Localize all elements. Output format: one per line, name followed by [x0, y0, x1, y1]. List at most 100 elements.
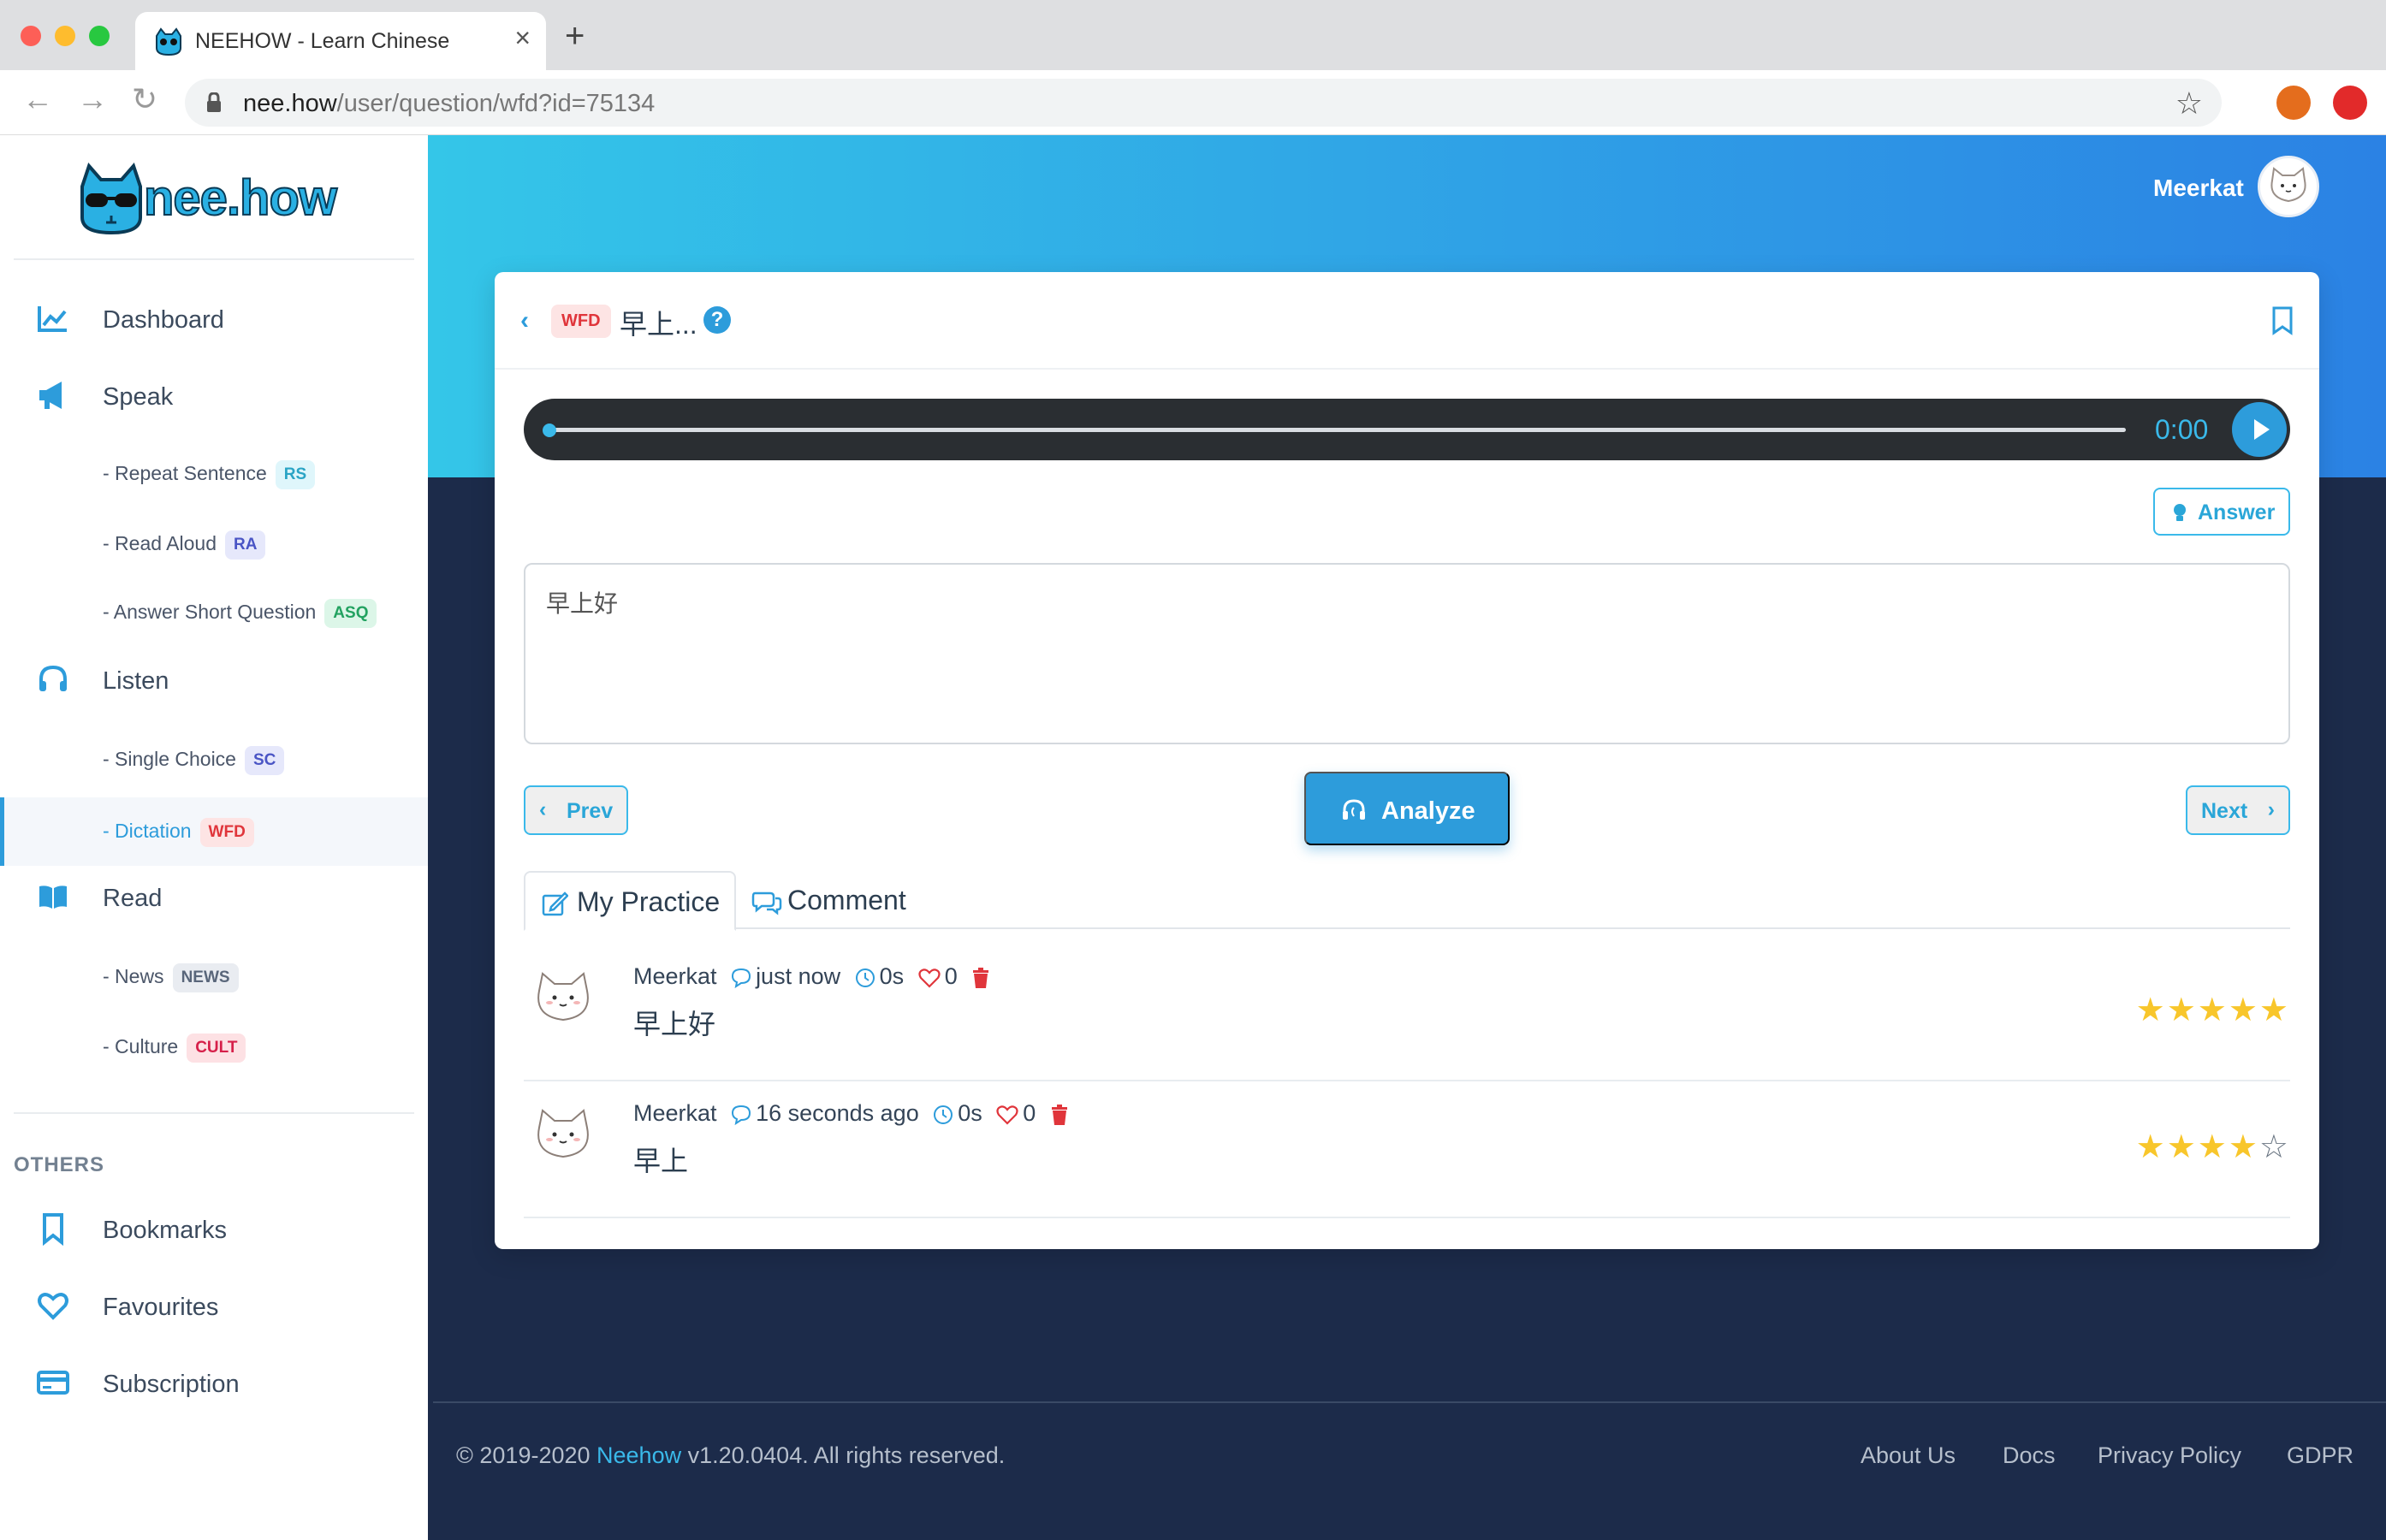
badge-wfd: WFD	[199, 818, 254, 847]
audio-progress-track[interactable]	[548, 428, 2126, 432]
audio-time: 0:00	[2155, 414, 2209, 445]
question-circle-icon[interactable]: ?	[703, 306, 731, 334]
entry-text: 早上	[633, 1145, 689, 1177]
answer-button[interactable]: Answer	[2153, 488, 2290, 536]
badge-ra: RA	[224, 530, 266, 560]
lightbulb-icon	[2174, 504, 2186, 521]
update-icon[interactable]	[2333, 86, 2367, 120]
heart-icon[interactable]	[995, 1104, 1019, 1126]
reload-icon[interactable]: ↻	[132, 84, 157, 115]
forward-arrow-icon[interactable]: →	[77, 84, 108, 115]
cat-avatar-icon	[537, 972, 589, 1022]
sidebar-item-label: Read	[103, 885, 163, 912]
sidebar-item-speak[interactable]: Speak	[0, 366, 428, 426]
chevron-right-icon: ›	[2267, 797, 2275, 821]
headphones-icon	[39, 665, 67, 691]
tab-label: My Practice	[577, 886, 721, 917]
logo[interactable]: nee.how	[77, 161, 351, 238]
question-type-badge: WFD	[551, 305, 611, 338]
bookmark-star-icon[interactable]: ☆	[2175, 86, 2203, 121]
browser-tab[interactable]: NEEHOW - Learn Chinese ×	[135, 12, 546, 70]
back-arrow-icon[interactable]: ←	[22, 84, 53, 115]
entry-user[interactable]: Meerkat	[633, 963, 717, 989]
footer-link-gdpr[interactable]: GDPR	[2287, 1442, 2353, 1469]
maximize-window-button[interactable]	[89, 26, 110, 46]
divider	[14, 258, 414, 260]
play-button[interactable]	[2232, 402, 2287, 457]
tab-my-practice[interactable]: My Practice	[524, 871, 736, 931]
sidebar-subitem-label: - Single Choice SC	[103, 746, 285, 775]
browser-tab-bar: NEEHOW - Learn Chinese × +	[0, 0, 2386, 70]
sidebar-item-dashboard[interactable]: Dashboard	[0, 289, 428, 349]
tab-comment[interactable]: Comment	[787, 885, 906, 916]
star-filled-icon: ★	[2197, 1129, 2229, 1165]
comment-icon[interactable]	[730, 1104, 752, 1126]
chart-line-icon	[38, 306, 67, 332]
new-tab-icon[interactable]: +	[565, 19, 585, 53]
brand-link[interactable]: Neehow	[596, 1442, 681, 1468]
address-bar[interactable]: nee.how/user/question/wfd?id=75134 ☆	[185, 79, 2222, 127]
credit-card-icon	[37, 1371, 69, 1395]
audio-player: 0:00	[524, 399, 2290, 460]
rating-stars: ★★★★★	[2136, 991, 2290, 1029]
entry-time: 16 seconds ago	[756, 1100, 919, 1126]
extension-icon[interactable]	[2276, 86, 2311, 120]
trash-icon[interactable]	[1049, 1104, 1070, 1126]
entry-meta: Meerkat 16 seconds ago 0s 0	[633, 1100, 1073, 1127]
footer-link-docs[interactable]: Docs	[2003, 1442, 2056, 1469]
heart-icon[interactable]	[917, 967, 941, 989]
star-filled-icon: ★	[2135, 1129, 2167, 1165]
clock-icon	[934, 1105, 953, 1124]
sidebar-item-read-aloud[interactable]: - Read Aloud RA	[0, 510, 428, 578]
list-item: Meerkat just now 0s 0 早上好 ★★★★★	[524, 945, 2290, 1081]
analyze-button[interactable]: Analyze	[1304, 772, 1510, 845]
answer-textarea[interactable]: 早上好	[524, 563, 2290, 744]
comment-icon[interactable]	[730, 967, 752, 989]
star-empty-icon: ☆	[2258, 1129, 2290, 1165]
sidebar-item-label: Listen	[103, 667, 169, 695]
sidebar-subitem-label: - News NEWS	[103, 963, 239, 992]
footer-link-about[interactable]: About Us	[1861, 1442, 1956, 1469]
sidebar-subitem-label: - Repeat Sentence RS	[103, 460, 316, 489]
sidebar-item-subscription[interactable]: Subscription	[0, 1353, 428, 1413]
user-name[interactable]: Meerkat	[2153, 175, 2244, 202]
prev-button[interactable]: ‹ Prev	[524, 785, 628, 835]
list-item: Meerkat 16 seconds ago 0s 0 早上 ★★★★☆	[524, 1081, 2290, 1218]
cat-icon	[156, 27, 181, 56]
trash-icon[interactable]	[970, 967, 991, 989]
play-icon	[2254, 419, 2270, 440]
tab-title: NEEHOW - Learn Chinese	[195, 29, 450, 53]
sidebar-item-single-choice[interactable]: - Single Choice SC	[0, 726, 428, 794]
entry-text: 早上好	[633, 1008, 716, 1040]
entry-user[interactable]: Meerkat	[633, 1100, 717, 1126]
close-window-button[interactable]	[21, 26, 41, 46]
others-heading: OTHERS	[14, 1153, 105, 1176]
sidebar-item-label: Speak	[103, 383, 174, 411]
badge-asq: ASQ	[324, 599, 377, 628]
footer-link-privacy[interactable]: Privacy Policy	[2098, 1442, 2241, 1469]
entry-likes: 0	[1023, 1100, 1036, 1126]
entry-likes: 0	[944, 963, 958, 989]
chevron-left-icon[interactable]: ‹	[520, 306, 529, 335]
close-tab-icon[interactable]: ×	[514, 22, 531, 54]
sidebar-subitem-label: - Dictation WFD	[103, 818, 254, 847]
audio-progress-handle[interactable]	[543, 424, 556, 437]
sidebar-item-repeat-sentence[interactable]: - Repeat Sentence RS	[0, 440, 428, 508]
card-header: ‹ WFD 早上... ?	[495, 272, 2319, 370]
badge-cult: CULT	[187, 1034, 246, 1063]
sidebar-item-listen[interactable]: Listen	[0, 650, 428, 710]
minimize-window-button[interactable]	[55, 26, 75, 46]
sidebar-subitem-label: - Read Aloud RA	[103, 530, 266, 560]
sidebar-item-bookmarks[interactable]: Bookmarks	[0, 1199, 428, 1259]
bookmark-icon[interactable]	[2271, 306, 2294, 335]
sidebar-item-favourites[interactable]: Favourites	[0, 1276, 428, 1336]
sidebar-item-news[interactable]: - News NEWS	[0, 943, 428, 1011]
next-button[interactable]: Next ›	[2186, 785, 2290, 835]
sidebar-item-answer-short-question[interactable]: - Answer Short Question ASQ	[0, 578, 428, 647]
entry-meta: Meerkat just now 0s 0	[633, 963, 994, 990]
avatar[interactable]	[2258, 156, 2319, 217]
sidebar-item-read[interactable]: Read	[0, 868, 428, 927]
sidebar-item-culture[interactable]: - Culture CULT	[0, 1013, 428, 1081]
sidebar-item-dictation[interactable]: - Dictation WFD	[0, 797, 428, 866]
browser-toolbar: ← → ↻ nee.how/user/question/wfd?id=75134…	[0, 70, 2386, 135]
